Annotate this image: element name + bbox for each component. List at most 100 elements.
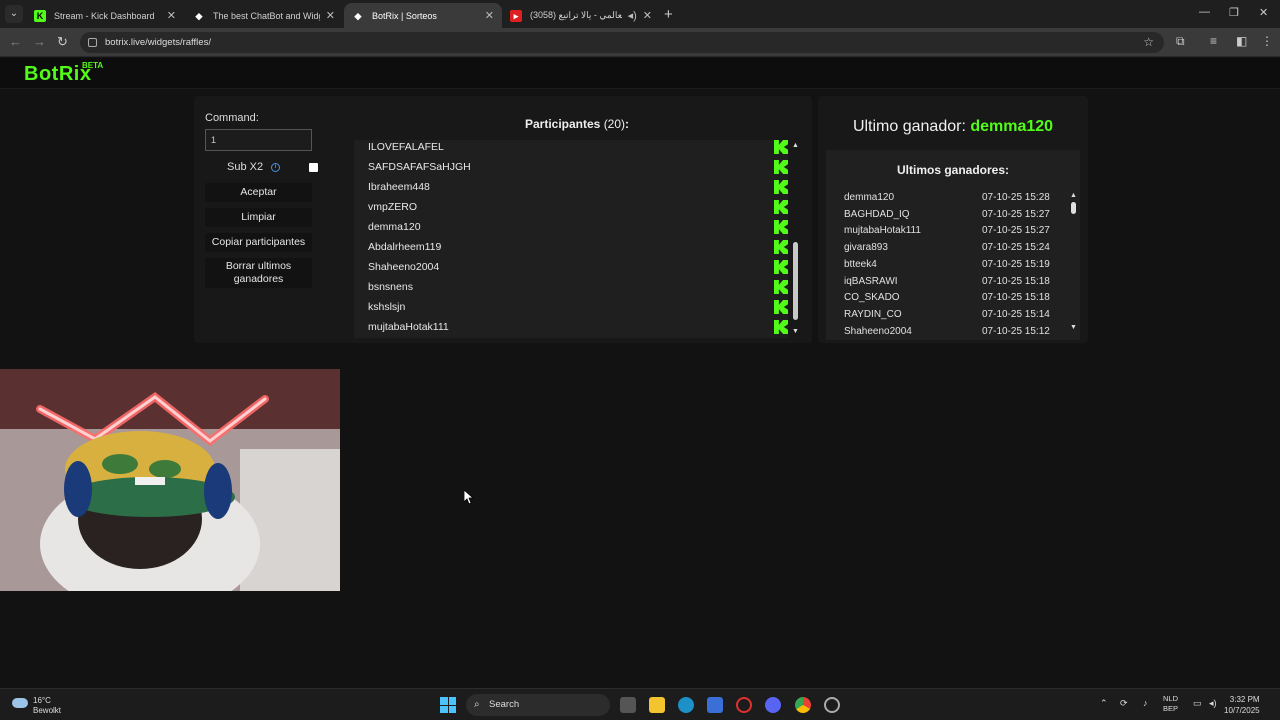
participants-list[interactable]: ILOVEFALAFEL SAFDSAFAFSaHJGH Ibraheem448 vm…: [354, 140, 788, 338]
subx2-checkbox[interactable]: [309, 163, 318, 172]
participant-row: Ibraheem448: [368, 177, 788, 197]
close-icon[interactable]: ✕: [326, 9, 335, 22]
minimize-button[interactable]: —: [1199, 6, 1210, 18]
close-icon[interactable]: ✕: [643, 9, 652, 22]
info-icon[interactable]: i: [271, 163, 280, 172]
site-info-icon[interactable]: [88, 38, 97, 47]
winner-date: 07-10-25 15:27: [982, 208, 1050, 220]
tab-search-menu[interactable]: ⌄: [5, 5, 23, 23]
subx2-label: Sub X2: [227, 161, 264, 173]
site-header: BotRix BETA: [0, 58, 1280, 89]
winner-date: 07-10-25 15:19: [982, 258, 1050, 270]
winner-name: iqBASRAWI: [844, 275, 898, 287]
participant-name: bsnsnens: [368, 281, 413, 293]
browser-tab-bar: ⌄ K Stream - Kick Dashboard ✕ ◆ The best…: [0, 0, 1280, 28]
beta-badge: BETA: [82, 61, 104, 70]
winner-row: CO_SKADO 07-10-25 15:18: [844, 292, 1054, 308]
sync-icon[interactable]: ⟳: [1120, 698, 1128, 709]
taskbar-search[interactable]: ⌕ Search: [466, 694, 610, 716]
participant-row: ILOVEFALAFEL: [368, 140, 788, 157]
recent-winners-list[interactable]: demma120 07-10-25 15:28 BAGHDAD_IQ 07-10-25…: [826, 190, 1066, 335]
winner-name: CO_SKADO: [844, 292, 900, 304]
recent-winners-box: Ultimos ganadores: demma120 07-10-25 15:2…: [826, 150, 1080, 340]
close-icon[interactable]: ✕: [485, 9, 494, 22]
scroll-thumb[interactable]: [793, 242, 798, 320]
participant-name: vmpZERO: [368, 201, 418, 213]
accept-button[interactable]: Aceptar: [205, 183, 312, 202]
scroll-down-icon[interactable]: ▼: [1070, 324, 1077, 331]
tab-title: Stream - Kick Dashboard: [54, 10, 155, 21]
participants-count: (20): [603, 117, 626, 131]
extensions-icon[interactable]: ⧉: [1176, 34, 1185, 49]
winner-name: btteek4: [844, 258, 877, 270]
edge-icon[interactable]: [678, 697, 694, 713]
delete-winners-button[interactable]: Borrar ultimos ganadores: [205, 258, 312, 288]
participant-row: Abdalrheem119: [368, 237, 788, 257]
clear-button[interactable]: Limpiar: [205, 208, 312, 227]
tab-title: The best ChatBot and Widgets: [213, 10, 320, 21]
scroll-up-icon[interactable]: ▲: [792, 142, 799, 149]
windows-start-icon[interactable]: [440, 697, 456, 713]
discord-icon[interactable]: [765, 697, 781, 713]
profile-icon[interactable]: ◧: [1236, 34, 1247, 48]
scroll-down-icon[interactable]: ▼: [792, 328, 799, 335]
audio-icon[interactable]: ◂): [628, 9, 637, 22]
url-bar[interactable]: botrix.live/widgets/raffles/ ☆: [80, 32, 1164, 53]
winner-date: 07-10-25 15:28: [982, 192, 1050, 203]
participant-row: bsnsnens: [368, 277, 788, 297]
participant-row: vmpZERO: [368, 197, 788, 217]
language-indicator[interactable]: NLD BEP: [1163, 694, 1178, 714]
task-view-icon[interactable]: [620, 697, 636, 713]
microphone-icon[interactable]: ♪: [1143, 698, 1148, 708]
opera-icon[interactable]: [736, 697, 752, 713]
tab-kick-dashboard[interactable]: K Stream - Kick Dashboard ✕: [26, 3, 184, 28]
kick-icon: K: [34, 9, 46, 22]
last-winner: Ultimo ganador: demma120: [826, 118, 1080, 136]
participants-title: Participantes (20):: [354, 117, 800, 131]
copy-participants-button[interactable]: Copiar participantes: [205, 233, 312, 252]
tab-botrix-sorteos[interactable]: ◆ BotRix | Sorteos ✕: [344, 3, 502, 28]
bookmark-star-icon[interactable]: ☆: [1143, 32, 1154, 53]
winner-name: givara893: [844, 242, 888, 254]
last-winner-name: demma120: [970, 118, 1054, 135]
scroll-thumb[interactable]: [1071, 202, 1076, 214]
reload-icon[interactable]: ↻: [57, 34, 68, 50]
lang-code: NLD: [1163, 694, 1179, 703]
clock[interactable]: 3:32 PM 10/7/2025: [1224, 694, 1260, 716]
chrome-icon[interactable]: [795, 697, 811, 713]
menu-icon[interactable]: ⋮: [1261, 34, 1273, 48]
participant-row: kshslsjn: [368, 297, 788, 317]
scroll-up-icon[interactable]: ▲: [1070, 192, 1077, 199]
winner-row: Shaheeno2004 07-10-25 15:12: [844, 326, 1054, 335]
kick-icon: [774, 320, 788, 334]
file-explorer-icon[interactable]: [649, 697, 665, 713]
settings-icon[interactable]: [824, 697, 840, 713]
winner-name: RAYDIN_CO: [844, 308, 902, 320]
new-tab-button[interactable]: +: [664, 6, 673, 23]
back-icon[interactable]: ←: [9, 34, 22, 49]
participant-row: SAFDSAFAFSaHJGH: [368, 157, 788, 177]
close-window-button[interactable]: ✕: [1259, 6, 1268, 19]
kick-icon: [774, 260, 788, 274]
winners-scrollbar[interactable]: ▲ ▼: [1070, 192, 1078, 332]
display-icon[interactable]: ▭: [1193, 698, 1202, 709]
participants-scrollbar[interactable]: ▲ ▼: [790, 142, 800, 338]
command-label: Command:: [205, 112, 259, 124]
tab-botrix-chatbot[interactable]: ◆ The best ChatBot and Widgets ✕: [185, 3, 343, 28]
participant-row: demma120: [368, 217, 788, 237]
winner-row: btteek4 07-10-25 15:19: [844, 259, 1054, 275]
tab-youtube[interactable]: ▸ العالمي - يالا تراتيع (3058) ◂) ✕: [502, 3, 660, 28]
kick-icon: [774, 200, 788, 214]
participant-name: mujtabaHotak111: [368, 321, 449, 333]
winner-row: BAGHDAD_IQ 07-10-25 15:27: [844, 209, 1054, 225]
forward-icon[interactable]: →: [33, 34, 46, 49]
media-icon[interactable]: ≡: [1210, 34, 1217, 48]
restore-button[interactable]: ❐: [1229, 6, 1239, 19]
store-icon[interactable]: [707, 697, 723, 713]
chevron-up-icon[interactable]: ⌃: [1100, 698, 1108, 709]
close-icon[interactable]: ✕: [167, 9, 176, 22]
volume-icon[interactable]: ◂): [1209, 698, 1217, 709]
command-input[interactable]: [205, 129, 312, 151]
kick-icon: [774, 180, 788, 194]
tab-title: BotRix | Sorteos: [372, 10, 437, 21]
